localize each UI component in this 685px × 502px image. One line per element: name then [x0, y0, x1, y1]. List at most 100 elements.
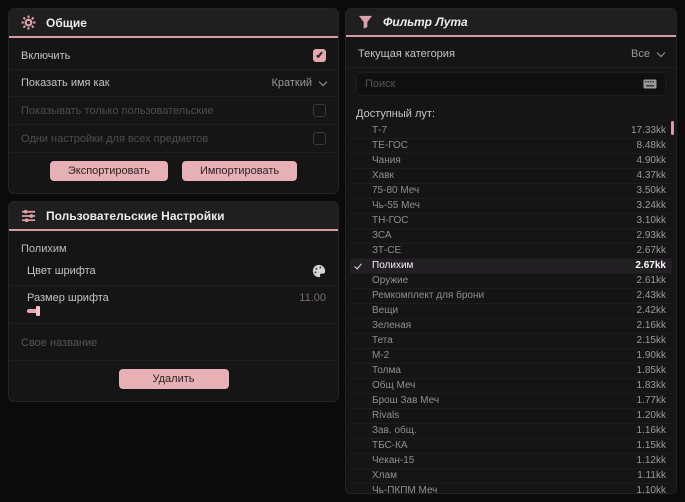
loot-item-name: Ремкомплект для брони — [372, 290, 485, 301]
loot-row[interactable]: Чь-55 Меч 3.24kk — [350, 199, 672, 214]
loot-row[interactable]: Тета 2.15kk — [350, 334, 672, 349]
loot-item-value: 2.16kk — [636, 320, 666, 331]
loot-row[interactable]: Т-7 17.33kk — [350, 124, 672, 139]
loot-row[interactable]: Общ Меч 1.83kk — [350, 379, 672, 394]
enable-label: Включить — [21, 49, 71, 62]
loot-item-name: Оружие — [372, 275, 409, 286]
loot-item-name: Зав. общ. — [372, 425, 417, 436]
loot-row[interactable]: Толма 1.85kk — [350, 364, 672, 379]
loot-row[interactable]: Чания 4.90kk — [350, 154, 672, 169]
keyboard-icon[interactable] — [643, 79, 657, 89]
custom-settings-title: Пользовательские Настройки — [46, 208, 225, 223]
loot-item-value: 1.15kk — [636, 440, 666, 451]
loot-row[interactable]: Чь-ПКПМ Меч 1.10kk — [350, 484, 672, 494]
custom-settings-header: Пользовательские Настройки — [9, 202, 338, 231]
loot-item-name: ЗТ-СЕ — [372, 245, 402, 256]
loot-item-name: Зеленая — [372, 320, 412, 331]
loot-row[interactable]: 75-80 Меч 3.50kk — [350, 184, 672, 199]
general-panel-body: Включить Показать имя как Краткий Показы… — [9, 38, 338, 193]
loot-item-name: Чь-55 Меч — [372, 200, 420, 211]
export-button[interactable]: Экспортировать — [49, 161, 168, 181]
loot-row[interactable]: Полихим 2.67kk — [350, 259, 672, 274]
loot-row[interactable]: Оружие 2.61kk — [350, 274, 672, 289]
custom-name-input[interactable] — [21, 337, 326, 349]
loot-item-name: ТН-ГОС — [372, 215, 409, 226]
general-panel-header: Общие — [9, 9, 338, 38]
loot-row[interactable]: Зав. общ. 1.16kk — [350, 424, 672, 439]
only-custom-row: Показывать только пользовательские — [9, 97, 338, 125]
loot-item-name: Чь-ПКПМ Меч — [372, 485, 438, 494]
loot-item-name: Брош Зав Меч — [372, 395, 440, 406]
loot-row[interactable]: ЗТ-СЕ 2.67kk — [350, 244, 672, 259]
user-settings-icon — [21, 208, 36, 223]
loot-row[interactable]: ТЕ-ГОС 8.48kk — [350, 139, 672, 154]
loot-item-value: 1.77kk — [636, 395, 666, 406]
loot-row[interactable]: Чекан-15 1.12kk — [350, 454, 672, 469]
enable-checkbox[interactable] — [313, 49, 326, 62]
font-size-value: 11.00 — [299, 292, 326, 304]
same-settings-checkbox[interactable] — [313, 132, 326, 145]
loot-row[interactable]: Брош Зав Меч 1.77kk — [350, 394, 672, 409]
loot-item-name: Полихим — [372, 260, 414, 271]
general-panel-title: Общие — [46, 15, 87, 30]
loot-item-name: ЗСА — [372, 230, 392, 241]
loot-item-name: Тета — [372, 335, 393, 346]
loot-item-name: Толма — [372, 365, 401, 376]
loot-filter-title: Фильтр Лута — [383, 15, 468, 29]
loot-row[interactable]: М-2 1.90kk — [350, 349, 672, 364]
loot-item-value: 1.11kk — [637, 470, 666, 481]
loot-row[interactable]: Хлам 1.11kk — [350, 469, 672, 484]
palette-icon[interactable] — [312, 264, 326, 278]
selected-item-name: Полихим — [21, 243, 67, 255]
loot-filter-header: Фильтр Лута — [346, 9, 676, 37]
right-column: Фильтр Лута Текущая категория Все Поиск … — [345, 8, 677, 494]
search-input[interactable] — [365, 78, 635, 90]
font-size-label: Размер шрифта — [27, 292, 109, 304]
loot-row[interactable]: ЗСА 2.93kk — [350, 229, 672, 244]
gear-icon — [21, 15, 36, 30]
funnel-icon — [358, 15, 373, 29]
loot-item-value: 3.24kk — [636, 200, 666, 211]
import-button[interactable]: Импортировать — [181, 161, 298, 181]
chevron-down-icon — [656, 48, 666, 57]
loot-row[interactable]: ТН-ГОС 3.10kk — [350, 214, 672, 229]
category-row: Текущая категория Все — [346, 41, 676, 68]
loot-row[interactable]: ТБС-КА 1.15kk — [350, 439, 672, 454]
check-icon — [354, 261, 362, 270]
loot-row[interactable]: Rivals 1.20kk — [350, 409, 672, 424]
loot-item-name: ТБС-КА — [372, 440, 408, 451]
loot-item-value: 1.10kk — [636, 485, 666, 494]
loot-item-value: 3.10kk — [636, 215, 666, 226]
loot-item-name: Чекан-15 — [372, 455, 415, 466]
only-custom-checkbox[interactable] — [313, 104, 326, 117]
loot-item-value: 1.83kk — [636, 380, 666, 391]
loot-item-value: 1.20kk — [636, 410, 666, 421]
custom-buttons: Удалить — [9, 361, 338, 393]
display-name-select[interactable]: Краткий — [271, 77, 328, 89]
loot-item-value: 1.16kk — [636, 425, 666, 436]
loot-item-name: Вещи — [372, 305, 399, 316]
custom-settings-body: Полихим Цвет шрифта Размер шрифта 11.00 … — [9, 231, 338, 401]
scrollbar-thumb[interactable] — [671, 121, 674, 135]
loot-item-name: Хлам — [372, 470, 397, 481]
loot-filter-body: Текущая категория Все Поиск Доступный лу… — [346, 37, 676, 494]
enable-row: Включить — [9, 42, 338, 70]
loot-row[interactable]: Хавк 4.37kk — [350, 169, 672, 184]
loot-row[interactable]: Зеленая 2.16kk — [350, 319, 672, 334]
font-size-row: Размер шрифта 11.00 — [9, 286, 338, 324]
delete-button[interactable]: Удалить — [118, 369, 229, 389]
loot-item-value: 2.93kk — [636, 230, 666, 241]
loot-item-name: М-2 — [372, 350, 390, 361]
loot-item-name: ТЕ-ГОС — [372, 140, 408, 151]
loot-item-name: Rivals — [372, 410, 400, 421]
loot-row[interactable]: Вещи 2.42kk — [350, 304, 672, 319]
font-size-slider[interactable] — [27, 306, 147, 316]
loot-item-value: 2.61kk — [636, 275, 666, 286]
font-size-slider-thumb[interactable] — [35, 306, 40, 316]
display-name-label: Показать имя как — [21, 77, 110, 89]
loot-row[interactable]: Ремкомплект для брони 2.43kk — [350, 289, 672, 304]
available-loot-label: Доступный лут: — [356, 108, 436, 120]
loot-item-value: 2.42kk — [636, 305, 666, 316]
category-select[interactable]: Все — [631, 48, 666, 60]
loot-item-value: 1.85kk — [636, 365, 666, 376]
